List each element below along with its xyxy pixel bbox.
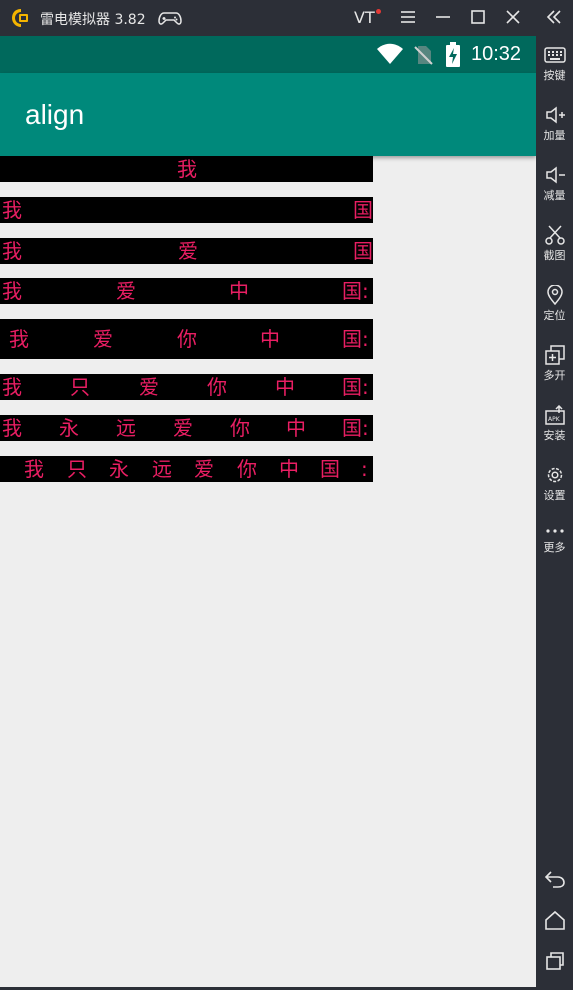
no-sim-icon — [414, 46, 433, 65]
row-char: 中 — [275, 375, 295, 399]
row-char: 国 — [353, 198, 373, 222]
row-char: 国 — [353, 239, 373, 263]
gear-icon — [547, 467, 562, 483]
sidebar-location-button[interactable]: 定位 — [536, 285, 573, 323]
row-char: 国: — [342, 416, 369, 440]
row-char: 远 — [116, 416, 136, 440]
apk-install-icon: APK — [544, 405, 565, 425]
sidebar-label: 定位 — [543, 309, 566, 322]
row-char: 国: — [342, 327, 369, 351]
sidebar-keymap-button[interactable]: 按键 — [536, 45, 573, 83]
sidebar-label: 加量 — [543, 129, 566, 142]
align-row-8: 我 只 永 远 爱 你 中 国 : — [0, 456, 373, 482]
sidebar-volume-down-button[interactable]: 减量 — [536, 165, 573, 203]
scissors-icon — [544, 225, 565, 245]
row-char: 永 — [59, 416, 79, 440]
nav-home-button[interactable] — [536, 910, 573, 932]
align-row-7: 我 永 远 爱 你 中 国: — [0, 415, 373, 441]
app-bar: align — [0, 73, 536, 156]
row-char: 中 — [260, 327, 280, 351]
row-char: 只 — [67, 457, 87, 481]
row-char: 爱 — [93, 327, 113, 351]
status-time: 10:32 — [471, 43, 522, 65]
row-char: 爱 — [178, 239, 198, 263]
row-char: 国 — [320, 457, 340, 481]
row-char: 我 — [2, 279, 22, 303]
row-char: 我 — [9, 327, 29, 351]
row-char: 我 — [2, 198, 22, 222]
volume-up-icon — [545, 106, 565, 124]
android-screen: 10:32 align 我 我 国 我 爱 国 我 爱 中 国: 我 爱 你 中… — [0, 36, 536, 988]
svg-text:APK: APK — [548, 416, 561, 423]
collapse-sidebar-icon[interactable] — [543, 6, 565, 28]
window-title: 雷电模拟器 3.82 — [40, 12, 146, 28]
row-char: 爱 — [194, 457, 214, 481]
sidebar-volume-up-button[interactable]: 加量 — [536, 105, 573, 143]
keyboard-icon — [543, 47, 566, 63]
sidebar-label: 设置 — [543, 489, 566, 502]
sidebar-label: 安装 — [543, 429, 566, 442]
close-icon[interactable] — [502, 6, 524, 28]
row-char: 中 — [229, 279, 249, 303]
row-char: 你 — [207, 375, 227, 399]
sidebar-more-button[interactable]: 更多 — [536, 525, 573, 555]
back-icon — [544, 871, 565, 888]
sidebar-label: 减量 — [543, 189, 566, 202]
align-row-3: 我 爱 国 — [0, 238, 373, 264]
emulator-sidebar: 按键 加量 减量 截图 定位 多开 APK 安装 设置 更多 — [536, 36, 573, 988]
sidebar-screenshot-button[interactable]: 截图 — [536, 225, 573, 263]
row-char: 我 — [2, 375, 22, 399]
sidebar-label: 更多 — [543, 541, 566, 554]
row-char: 永 — [109, 457, 129, 481]
align-row-6: 我 只 爱 你 中 国: — [0, 374, 373, 400]
sidebar-label: 截图 — [543, 249, 566, 262]
align-row-4: 我 爱 中 国: — [0, 278, 373, 304]
sidebar-label: 多开 — [543, 369, 566, 382]
sidebar-settings-button[interactable]: 设置 — [536, 465, 573, 503]
battery-charging-icon — [446, 42, 460, 67]
gamepad-icon[interactable] — [158, 8, 182, 28]
row-char: 你 — [230, 416, 250, 440]
row-char: 爱 — [116, 279, 136, 303]
vt-notification-dot — [376, 9, 381, 14]
wifi-icon — [377, 43, 403, 64]
row-char: 我 — [2, 239, 22, 263]
vt-label[interactable]: VT — [354, 8, 375, 27]
location-icon — [546, 285, 563, 305]
nav-back-button[interactable] — [536, 868, 573, 890]
row-char: 你 — [177, 327, 197, 351]
home-icon — [544, 910, 565, 930]
multi-instance-icon — [544, 345, 565, 365]
row-char: 国: — [342, 375, 369, 399]
row-char: 我 — [24, 457, 44, 481]
row-char: 国: — [342, 279, 369, 303]
recents-icon — [545, 952, 564, 970]
sidebar-install-apk-button[interactable]: APK 安装 — [536, 405, 573, 443]
row-char: 爱 — [139, 375, 159, 399]
status-bar: 10:32 — [0, 36, 536, 73]
volume-down-icon — [545, 166, 565, 184]
sidebar-multi-instance-button[interactable]: 多开 — [536, 345, 573, 383]
row-char: 只 — [70, 375, 90, 399]
row-char: : — [361, 457, 368, 481]
row-char: 爱 — [173, 416, 193, 440]
row-char: 我 — [177, 157, 197, 181]
more-icon — [545, 529, 564, 533]
align-row-1: 我 — [0, 156, 373, 182]
ldplayer-logo-icon — [12, 9, 28, 27]
maximize-icon[interactable] — [467, 6, 489, 28]
row-char: 你 — [237, 457, 257, 481]
align-row-5: 我 爱 你 中 国: — [0, 319, 373, 359]
row-char: 中 — [286, 416, 306, 440]
nav-recents-button[interactable] — [536, 950, 573, 972]
row-char: 远 — [152, 457, 172, 481]
app-title: align — [25, 99, 85, 130]
sidebar-label: 按键 — [543, 69, 566, 82]
emulator-title-bar: 雷电模拟器 3.82 VT — [0, 0, 573, 36]
align-row-2: 我 国 — [0, 197, 373, 223]
minimize-icon[interactable] — [432, 6, 454, 28]
row-char: 中 — [279, 457, 299, 481]
menu-icon[interactable] — [397, 6, 419, 28]
row-char: 我 — [2, 416, 22, 440]
